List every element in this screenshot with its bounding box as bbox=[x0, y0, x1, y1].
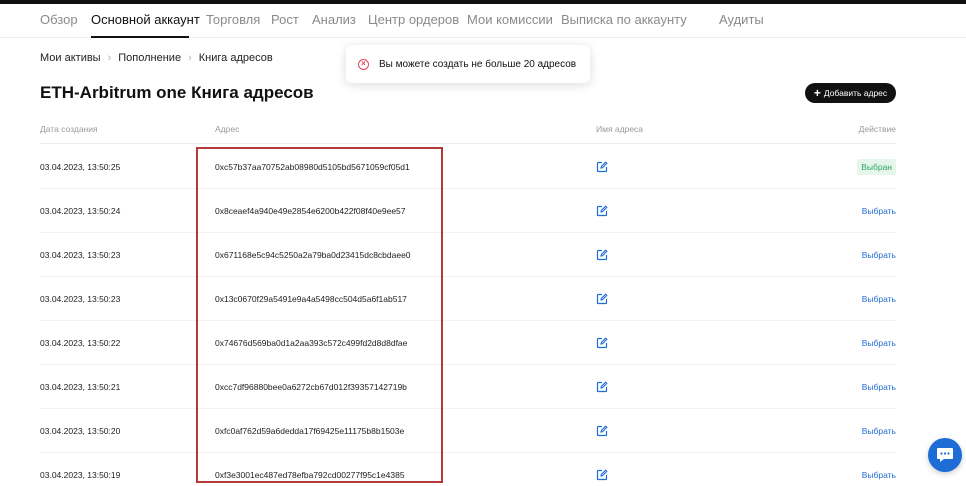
page-title: ETH-Arbitrum one Книга адресов bbox=[40, 83, 314, 102]
row-action-cell: Выбрать bbox=[862, 365, 896, 409]
breadcrumb-address-book: Книга адресов bbox=[198, 52, 273, 64]
tab-trading[interactable]: Торговля bbox=[206, 12, 260, 27]
row-action-cell: Выбран bbox=[857, 145, 896, 189]
edit-name-button[interactable] bbox=[596, 409, 608, 453]
chevron-right-icon: › bbox=[107, 52, 112, 64]
row-address: 0xfc0af762d59a6dedda17f69425e11175b8b150… bbox=[215, 426, 405, 436]
row-date: 03.04.2023, 13:50:24 bbox=[40, 206, 121, 216]
column-header-address: Адрес bbox=[215, 124, 240, 134]
tab-account-statement[interactable]: Выписка по аккаунту bbox=[561, 12, 687, 27]
table-row: 03.04.2023, 13:50:24 0x8ceaef4a940e49e28… bbox=[40, 189, 896, 233]
active-tab-indicator bbox=[91, 36, 189, 38]
table-row: 03.04.2023, 13:50:23 0x13c0670f29a5491e9… bbox=[40, 277, 896, 321]
row-action-cell: Выбрать bbox=[862, 189, 896, 233]
account-nav: Обзор Основной аккаунт Торговля Рост Ана… bbox=[0, 4, 966, 38]
table-row: 03.04.2023, 13:50:20 0xfc0af762d59a6dedd… bbox=[40, 409, 896, 453]
row-address: 0xcc7df96880bee0a6272cb67d012f3935714271… bbox=[215, 382, 407, 392]
edit-name-button[interactable] bbox=[596, 277, 608, 321]
select-address-link[interactable]: Выбрать bbox=[862, 382, 896, 392]
edit-icon bbox=[596, 205, 608, 217]
error-circle-icon: × bbox=[358, 58, 369, 70]
tab-order-center[interactable]: Центр ордеров bbox=[368, 12, 459, 27]
row-action-cell: Выбрать bbox=[862, 409, 896, 453]
select-address-link[interactable]: Выбрать bbox=[862, 294, 896, 304]
header-divider bbox=[40, 143, 896, 144]
select-address-link[interactable]: Выбрать bbox=[862, 206, 896, 216]
tab-audits[interactable]: Аудиты bbox=[719, 12, 764, 27]
edit-icon bbox=[596, 337, 608, 349]
table-row: 03.04.2023, 13:50:25 0xc57b37aa70752ab08… bbox=[40, 145, 896, 189]
row-address: 0x8ceaef4a940e49e2854e6200b422f08f40e9ee… bbox=[215, 206, 406, 216]
table-row: 03.04.2023, 13:50:21 0xcc7df96880bee0a62… bbox=[40, 365, 896, 409]
row-action-cell: Выбрать bbox=[862, 453, 896, 486]
edit-icon bbox=[596, 425, 608, 437]
row-address: 0x74676d569ba0d1a2aa393c572c499fd2d8d8df… bbox=[215, 338, 408, 348]
toast-message: Вы можете создать не больше 20 адресов bbox=[379, 58, 577, 70]
edit-name-button[interactable] bbox=[596, 321, 608, 365]
table-row: 03.04.2023, 13:50:23 0x671168e5c94c5250a… bbox=[40, 233, 896, 277]
breadcrumb-my-assets[interactable]: Мои активы bbox=[40, 52, 101, 64]
edit-name-button[interactable] bbox=[596, 365, 608, 409]
row-address: 0x13c0670f29a5491e9a4a5498cc504d5a6f1ab5… bbox=[215, 294, 407, 304]
toast-notification: × Вы можете создать не больше 20 адресов bbox=[346, 45, 590, 83]
add-address-label: Добавить адрес bbox=[823, 88, 888, 98]
select-address-link[interactable]: Выбрать bbox=[862, 338, 896, 348]
tab-analysis[interactable]: Анализ bbox=[312, 12, 356, 27]
tab-overview[interactable]: Обзор bbox=[40, 12, 78, 27]
row-date: 03.04.2023, 13:50:23 bbox=[40, 294, 121, 304]
row-address: 0x671168e5c94c5250a2a79ba0d23415dc8cbdae… bbox=[215, 250, 411, 260]
select-address-link[interactable]: Выбрать bbox=[862, 470, 896, 480]
edit-icon bbox=[596, 381, 608, 393]
add-address-button[interactable]: + Добавить адрес bbox=[805, 83, 896, 103]
breadcrumb: Мои активы › Пополнение › Книга адресов bbox=[40, 52, 273, 64]
edit-name-button[interactable] bbox=[596, 453, 608, 486]
edit-icon bbox=[596, 293, 608, 305]
tab-main-account[interactable]: Основной аккаунт bbox=[91, 12, 200, 27]
selected-badge: Выбран bbox=[857, 159, 896, 175]
column-header-date: Дата создания bbox=[40, 124, 98, 134]
chat-icon bbox=[937, 448, 953, 462]
edit-name-button[interactable] bbox=[596, 233, 608, 277]
row-date: 03.04.2023, 13:50:20 bbox=[40, 426, 121, 436]
row-address: 0xf3e3001ec487ed78efba792cd00277f95c1e43… bbox=[215, 470, 405, 480]
row-date: 03.04.2023, 13:50:23 bbox=[40, 250, 121, 260]
edit-name-button[interactable] bbox=[596, 145, 608, 189]
tab-my-fees[interactable]: Мои комиссии bbox=[467, 12, 553, 27]
select-address-link[interactable]: Выбрать bbox=[862, 426, 896, 436]
breadcrumb-deposit[interactable]: Пополнение bbox=[118, 52, 181, 64]
support-chat-button[interactable] bbox=[928, 438, 962, 472]
row-action-cell: Выбрать bbox=[862, 277, 896, 321]
row-date: 03.04.2023, 13:50:19 bbox=[40, 470, 121, 480]
edit-icon bbox=[596, 249, 608, 261]
tab-growth[interactable]: Рост bbox=[271, 12, 299, 27]
select-address-link[interactable]: Выбрать bbox=[862, 250, 896, 260]
row-date: 03.04.2023, 13:50:21 bbox=[40, 382, 121, 392]
table-row: 03.04.2023, 13:50:19 0xf3e3001ec487ed78e… bbox=[40, 453, 896, 486]
row-action-cell: Выбрать bbox=[862, 321, 896, 365]
row-date: 03.04.2023, 13:50:25 bbox=[40, 162, 121, 172]
edit-icon bbox=[596, 161, 608, 173]
row-address: 0xc57b37aa70752ab08980d5105bd5671059cf05… bbox=[215, 162, 410, 172]
edit-icon bbox=[596, 469, 608, 481]
edit-name-button[interactable] bbox=[596, 189, 608, 233]
column-header-action: Действие bbox=[858, 124, 896, 134]
chevron-right-icon: › bbox=[188, 52, 192, 64]
column-header-name: Имя адреса bbox=[596, 124, 644, 134]
plus-icon: + bbox=[813, 86, 821, 100]
table-row: 03.04.2023, 13:50:22 0x74676d569ba0d1a2a… bbox=[40, 321, 896, 365]
row-date: 03.04.2023, 13:50:22 bbox=[40, 338, 121, 348]
row-action-cell: Выбрать bbox=[862, 233, 896, 277]
